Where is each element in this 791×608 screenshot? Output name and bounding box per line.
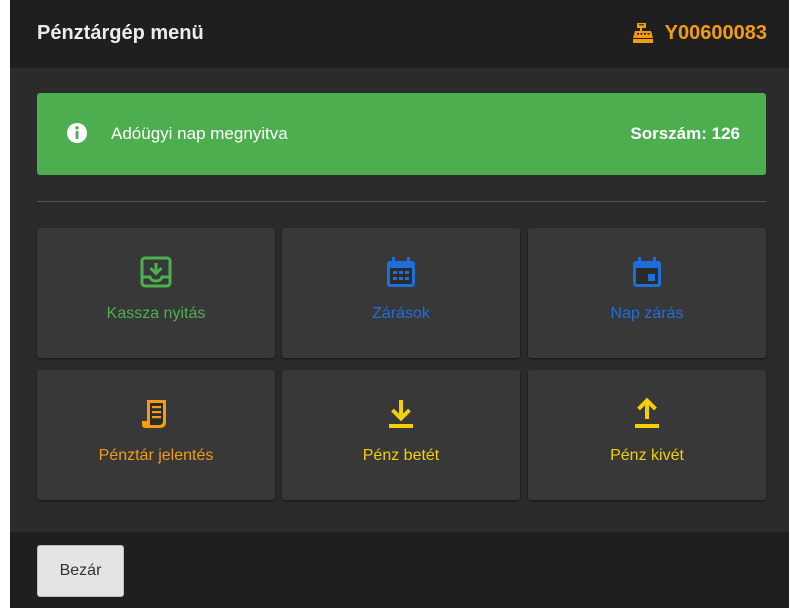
upload-icon [635,397,659,428]
device-id: Y00600083 [664,21,767,44]
tile-zarasok[interactable]: Zárások [282,228,520,358]
tile-nap-zaras[interactable]: Nap zárás [528,228,766,358]
tile-label: Nap zárás [610,305,684,322]
alert-serial-number: Sorszám: 126 [630,124,740,143]
download-icon [389,400,413,428]
status-alert: Adóügyi nap megnyitva Sorszám: 126 [37,93,766,175]
tile-penz-kivet[interactable]: Pénz kivét [528,370,766,500]
receipt-icon [142,400,166,428]
dialog-footer: Bezár [10,532,789,608]
cash-register-icon [632,23,653,43]
device-id-badge: Y00600083 [631,21,767,45]
tile-penztar-jelentes[interactable]: Pénztár jelentés [37,370,275,500]
tile-penz-betet[interactable]: Pénz betét [282,370,520,500]
cash-register-menu-dialog: Pénztárgép menü Y00600083 Adóügyi nap me… [10,0,789,608]
calendar-day-icon [633,257,661,287]
dialog-header: Pénztárgép menü Y00600083 [10,0,789,68]
divider [37,201,766,202]
info-circle-icon [67,123,87,143]
tile-label: Pénz betét [362,447,440,464]
tile-label: Pénztár jelentés [98,447,214,464]
tile-kassza-nyitas[interactable]: Kassza nyitás [37,228,275,358]
alert-message: Adóügyi nap megnyitva [111,124,288,143]
inbox-in-icon [140,256,172,288]
calendar-grid-icon [387,257,415,287]
tile-label: Pénz kivét [610,447,684,464]
tile-label: Zárások [372,305,430,322]
dialog-title: Pénztárgép menü [37,22,204,44]
close-button[interactable]: Bezár [37,545,124,597]
tile-label: Kassza nyitás [106,305,206,322]
